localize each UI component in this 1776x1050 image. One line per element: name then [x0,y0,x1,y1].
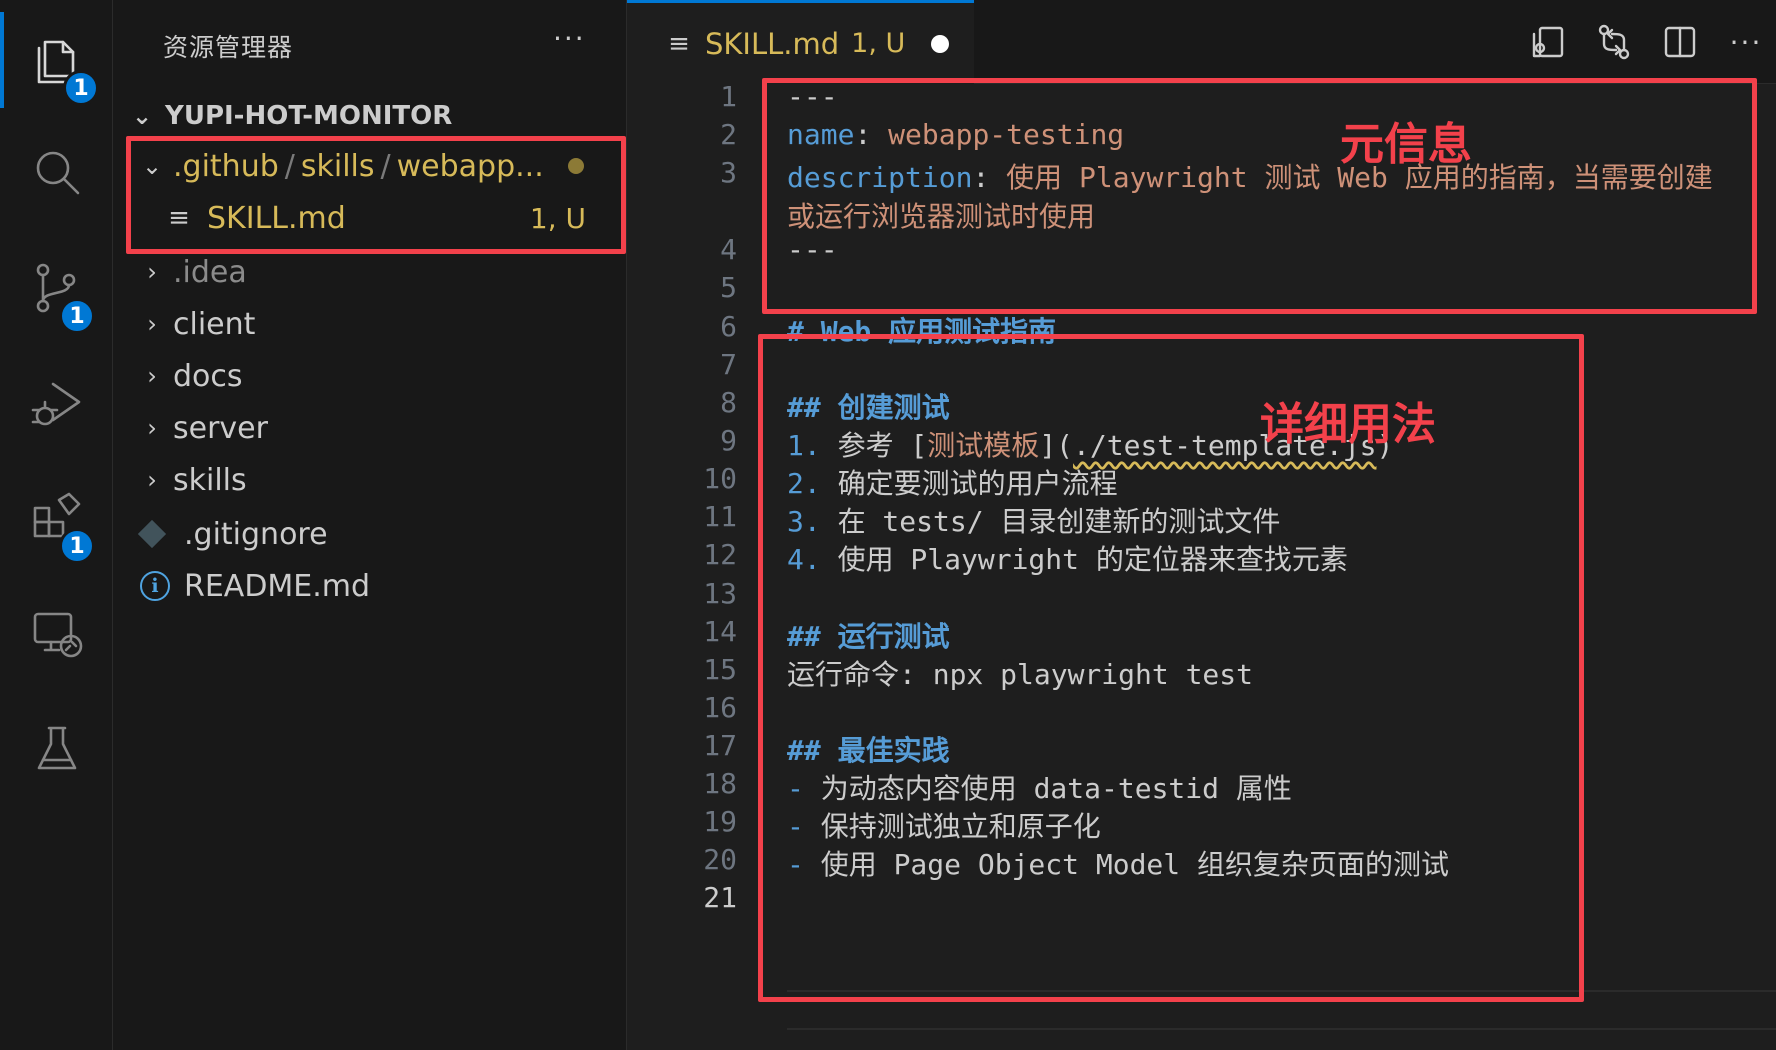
line-number: 11 [703,500,737,533]
tree-item-label: server [173,410,268,446]
tree-item-label: .gitignore [184,516,328,552]
line-number: 14 [703,615,737,648]
chevron-right-icon: › [147,258,157,286]
annotation-label-usage: 详细用法 [1260,399,1436,450]
git-file-icon [137,519,167,549]
search-icon [36,151,79,195]
tree-item-label: .idea [173,254,247,290]
line-number: 3 [720,156,737,189]
chevron-down-icon: ⌄ [131,102,153,130]
extensions-button[interactable]: 1 [0,470,113,566]
line-number: 15 [703,653,737,686]
sidebar-title: 资源管理器 [163,33,294,62]
run-debug-button[interactable] [0,356,113,452]
line-number: 20 [703,843,737,876]
line-number: 6 [720,310,737,343]
line-number: 8 [720,386,737,419]
tree-item-label: client [173,306,256,342]
flask-icon [37,726,76,770]
chevron-right-icon: › [147,310,157,338]
annotation-box-sidebar [126,136,626,254]
line-number: 2 [720,118,737,151]
tab-git-status: 1, U [851,28,906,59]
source-control-badge: 1 [59,298,95,334]
run-debug-icon [31,382,80,426]
search-button[interactable] [0,124,113,220]
tab-label: SKILL.md [705,26,840,61]
line-number: 18 [703,767,737,800]
sidebar-more-button[interactable]: ··· [553,22,586,55]
line-number: 1 [720,80,737,113]
tree-item-client[interactable]: › client [113,298,626,350]
line-number-current: 21 [703,881,737,914]
tree-item-label: docs [173,358,243,394]
line-number: 17 [703,729,737,762]
extensions-badge: 1 [59,528,95,564]
line-number: 19 [703,805,737,838]
remote-explorer-icon [33,612,82,658]
annotation-label-metadata: 元信息 [1340,119,1472,170]
remote-explorer-button[interactable] [0,586,113,682]
editor-tab-bar: ≡ SKILL.md 1, U ··· [627,0,1776,84]
line-number: 13 [703,577,737,610]
chevron-right-icon: › [147,466,157,494]
editor-actions: ··· [1528,22,1766,62]
info-icon: i [140,571,170,601]
workspace-root-folder[interactable]: ⌄ YUPI-HOT-MONITOR [127,96,452,136]
tree-item-gitignore[interactable]: .gitignore [113,508,626,560]
line-number: 4 [720,233,737,266]
explorer-badge: 1 [63,70,99,106]
testing-button[interactable] [0,702,113,798]
activity-bar: 1 1 1 [0,0,113,1050]
tree-item-skills[interactable]: › skills [113,454,626,506]
line-number: 9 [720,424,737,457]
line-number: 10 [703,462,737,495]
tree-item-label: README.md [184,568,371,604]
line-number: 12 [703,538,737,571]
tree-item-server[interactable]: › server [113,402,626,454]
more-actions-button[interactable]: ··· [1726,26,1766,59]
line-number: 7 [720,348,737,381]
line-number: 5 [720,271,737,304]
tree-item-readme[interactable]: i README.md [113,560,626,612]
unsaved-dot-icon[interactable] [931,34,950,53]
split-editor-icon[interactable] [1660,22,1700,62]
markdown-file-icon: ≡ [668,28,690,59]
chevron-right-icon: › [147,414,157,442]
tree-item-docs[interactable]: › docs [113,350,626,402]
open-preview-icon[interactable] [1528,22,1568,62]
tab-skill-md[interactable]: ≡ SKILL.md 1, U [627,0,974,84]
compare-changes-icon[interactable] [1594,22,1634,62]
line-number: 16 [703,691,737,724]
annotation-box-metadata [762,78,1757,314]
annotation-box-usage [758,334,1584,1002]
workspace-root-label: YUPI-HOT-MONITOR [165,101,453,131]
tree-item-label: skills [173,462,247,498]
chevron-right-icon: › [147,362,157,390]
explorer-button[interactable]: 1 [0,12,113,108]
source-control-button[interactable]: 1 [0,240,113,336]
